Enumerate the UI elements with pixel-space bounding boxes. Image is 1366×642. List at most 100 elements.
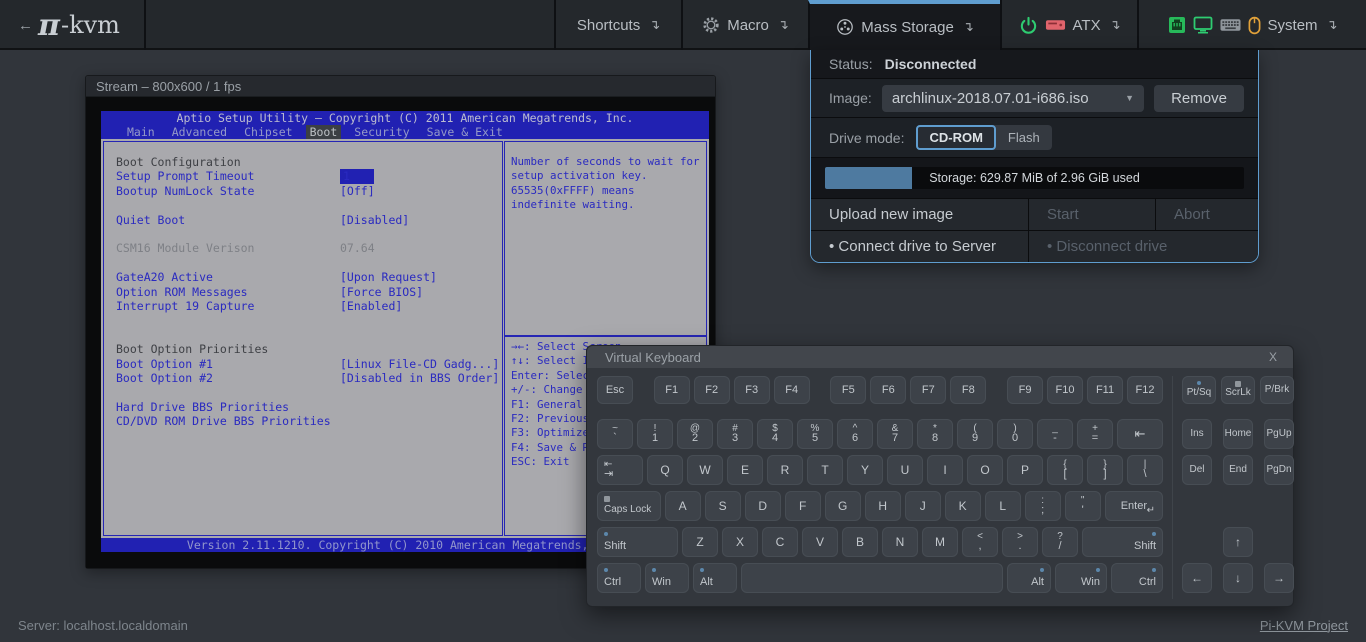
key-bracket-right[interactable]: }] (1087, 455, 1123, 485)
remove-image-button[interactable]: Remove (1154, 85, 1244, 112)
key-r[interactable]: R (767, 455, 803, 485)
key-d[interactable]: D (745, 491, 781, 521)
key-caps-lock[interactable]: Caps Lock (597, 491, 661, 521)
key-4[interactable]: $4 (757, 419, 793, 449)
key-8[interactable]: *8 (917, 419, 953, 449)
key-semicolon[interactable]: :; (1025, 491, 1061, 521)
keyboard-window-titlebar[interactable]: Virtual Keyboard X (587, 346, 1293, 368)
key-n[interactable]: N (882, 527, 918, 557)
key-3[interactable]: #3 (717, 419, 753, 449)
key-quote[interactable]: "' (1065, 491, 1101, 521)
key-f1[interactable]: F1 (654, 376, 690, 404)
key-arrow-left[interactable]: ← (1182, 563, 1212, 593)
image-select[interactable]: archlinux-2018.07.01-i686.iso ▼ (882, 85, 1144, 112)
key-5[interactable]: %5 (797, 419, 833, 449)
key-page-down[interactable]: PgDn (1264, 455, 1294, 485)
key-y[interactable]: Y (847, 455, 883, 485)
key-win-right[interactable]: Win (1055, 563, 1107, 593)
key-s[interactable]: S (705, 491, 741, 521)
key-space[interactable] (741, 563, 1003, 593)
key-2[interactable]: @2 (677, 419, 713, 449)
key-f2[interactable]: F2 (694, 376, 730, 404)
key-alt-right[interactable]: Alt (1007, 563, 1051, 593)
key-h[interactable]: H (865, 491, 901, 521)
key-insert[interactable]: Ins (1182, 419, 1212, 449)
key-l[interactable]: L (985, 491, 1021, 521)
key-w[interactable]: W (687, 455, 723, 485)
key-backquote[interactable]: ~` (597, 419, 633, 449)
key-f4[interactable]: F4 (774, 376, 810, 404)
key-o[interactable]: O (967, 455, 1003, 485)
key-bracket-left[interactable]: {[ (1047, 455, 1083, 485)
key-f8[interactable]: F8 (950, 376, 986, 404)
key-f11[interactable]: F11 (1087, 376, 1123, 404)
key-arrow-up[interactable]: ↑ (1223, 527, 1253, 557)
key-u[interactable]: U (887, 455, 923, 485)
key-scroll-lock[interactable]: ScrLk (1221, 376, 1255, 404)
key-b[interactable]: B (842, 527, 878, 557)
key-m[interactable]: M (922, 527, 958, 557)
key-print-screen[interactable]: Pt/Sq (1182, 376, 1216, 404)
key-minus[interactable]: _- (1037, 419, 1073, 449)
pikvm-project-link[interactable]: Pi-KVM Project (1260, 618, 1348, 633)
key-shift-left[interactable]: Shift (597, 527, 678, 557)
key-period[interactable]: >. (1002, 527, 1038, 557)
close-icon[interactable]: X (1269, 350, 1277, 364)
connect-drive-button[interactable]: • Connect drive to Server (811, 231, 1029, 262)
mode-flash-button[interactable]: Flash (996, 125, 1052, 150)
key-x[interactable]: X (722, 527, 758, 557)
key-t[interactable]: T (807, 455, 843, 485)
key-backslash[interactable]: |\ (1127, 455, 1163, 485)
key-backspace[interactable]: ⇤ (1117, 419, 1163, 449)
key-p[interactable]: P (1007, 455, 1043, 485)
key-esc[interactable]: Esc (597, 376, 633, 404)
key-i[interactable]: I (927, 455, 963, 485)
mode-cdrom-button[interactable]: CD-ROM (916, 125, 995, 150)
key-9[interactable]: (9 (957, 419, 993, 449)
key-f7[interactable]: F7 (910, 376, 946, 404)
key-tab[interactable]: ⇤⇥ (597, 455, 643, 485)
key-arrow-down[interactable]: ↓ (1223, 563, 1253, 593)
stream-window-titlebar[interactable]: Stream – 800x600 / 1 fps (86, 76, 715, 97)
key-page-up[interactable]: PgUp (1264, 419, 1294, 449)
key-slash[interactable]: ?/ (1042, 527, 1078, 557)
key-alt-left[interactable]: Alt (693, 563, 737, 593)
disconnect-drive-button[interactable]: • Disconnect drive (1029, 231, 1258, 262)
key-f[interactable]: F (785, 491, 821, 521)
key-c[interactable]: C (762, 527, 798, 557)
key-6[interactable]: ^6 (837, 419, 873, 449)
menu-mass-storage[interactable]: Mass Storage ↴ (808, 0, 1000, 50)
key-ctrl-right[interactable]: Ctrl (1111, 563, 1163, 593)
key-v[interactable]: V (802, 527, 838, 557)
key-0[interactable]: )0 (997, 419, 1033, 449)
key-f6[interactable]: F6 (870, 376, 906, 404)
key-arrow-right[interactable]: → (1264, 563, 1294, 593)
back-arrow-icon[interactable]: ← (18, 0, 33, 50)
menu-atx[interactable]: ATX ↴ (1000, 0, 1137, 50)
upload-start-button[interactable]: Start (1029, 199, 1156, 230)
key-comma[interactable]: <, (962, 527, 998, 557)
key-k[interactable]: K (945, 491, 981, 521)
key-j[interactable]: J (905, 491, 941, 521)
key-f5[interactable]: F5 (830, 376, 866, 404)
key-pause-break[interactable]: P/Brk (1260, 376, 1294, 404)
menu-macro[interactable]: Macro ↴ (681, 0, 808, 50)
key-win-left[interactable]: Win (645, 563, 689, 593)
key-shift-right[interactable]: Shift (1082, 527, 1163, 557)
app-logo[interactable]: π-kvm (38, 0, 120, 50)
key-delete[interactable]: Del (1182, 455, 1212, 485)
upload-new-image-button[interactable]: Upload new image (811, 199, 1029, 230)
upload-abort-button[interactable]: Abort (1156, 199, 1258, 230)
key-equal[interactable]: += (1077, 419, 1113, 449)
key-home[interactable]: Home (1223, 419, 1253, 449)
key-1[interactable]: !1 (637, 419, 673, 449)
key-g[interactable]: G (825, 491, 861, 521)
key-z[interactable]: Z (682, 527, 718, 557)
key-q[interactable]: Q (647, 455, 683, 485)
key-e[interactable]: E (727, 455, 763, 485)
key-f12[interactable]: F12 (1127, 376, 1163, 404)
key-7[interactable]: &7 (877, 419, 913, 449)
key-enter[interactable]: Enter↵ (1105, 491, 1163, 521)
key-f3[interactable]: F3 (734, 376, 770, 404)
key-f9[interactable]: F9 (1007, 376, 1043, 404)
